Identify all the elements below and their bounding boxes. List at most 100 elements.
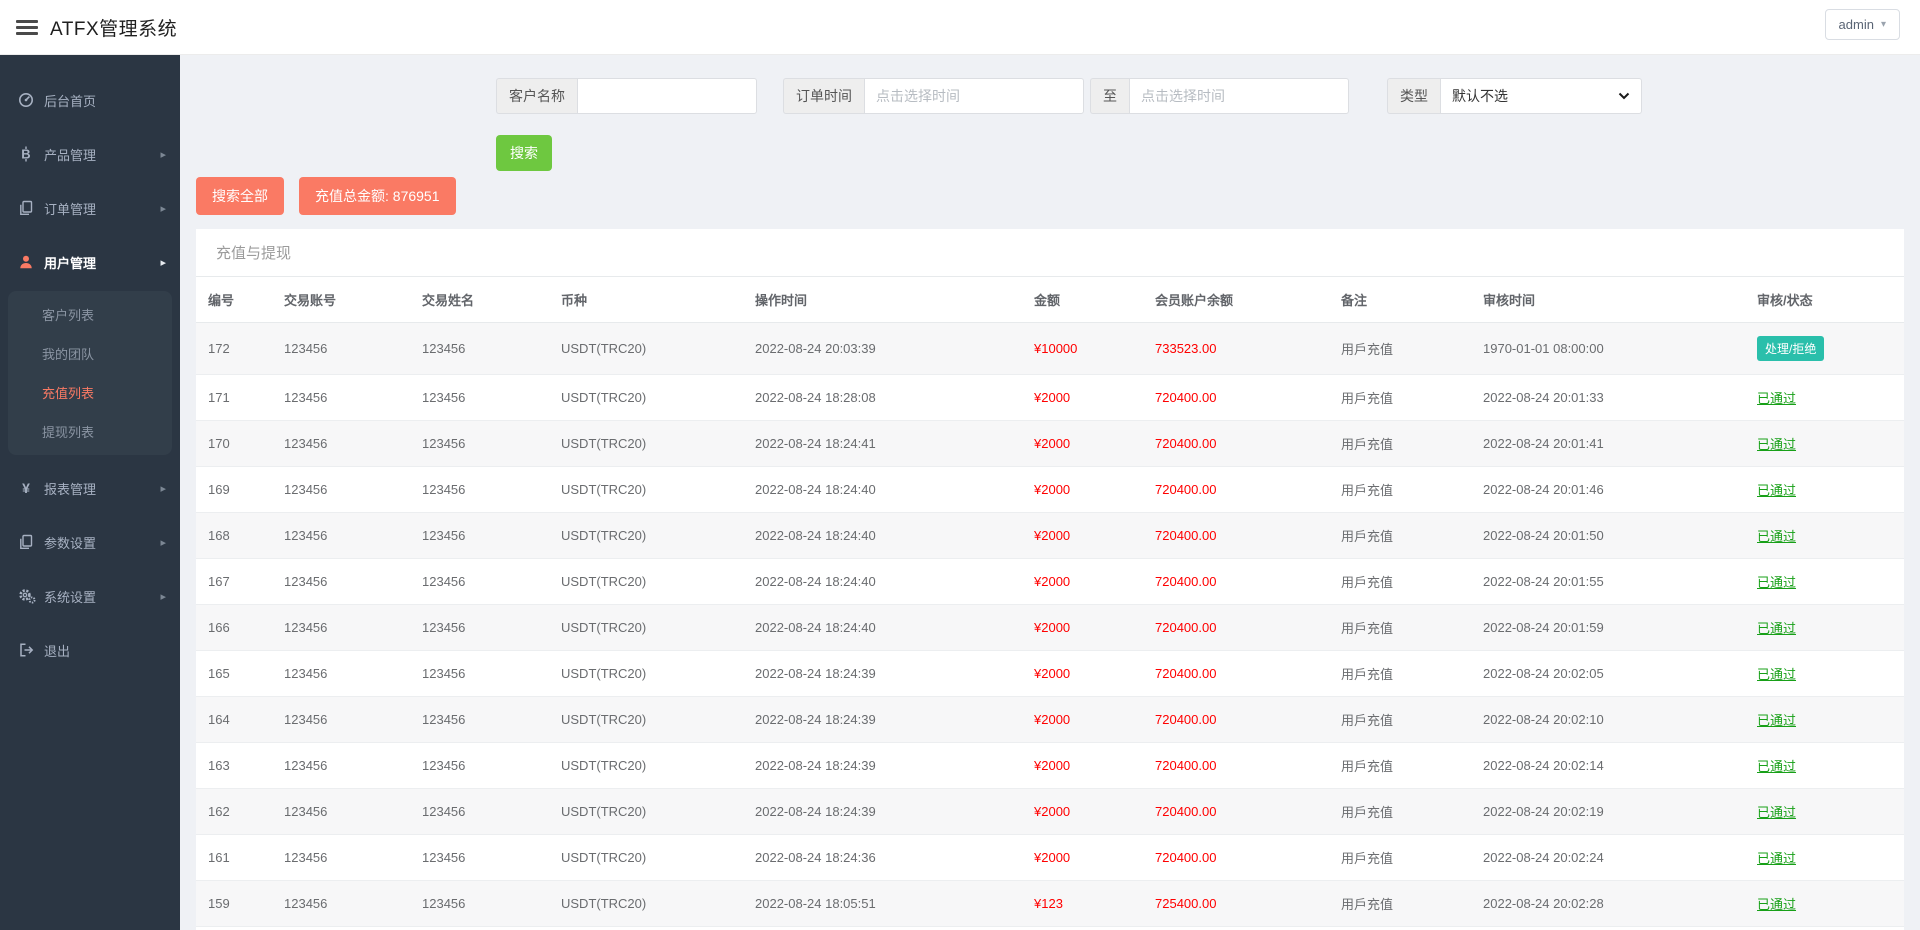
cell-currency: USDT(TRC20) (561, 804, 647, 819)
chevron-down-icon: ▾ (1880, 19, 1886, 30)
cell-amount: ¥2000 (1034, 850, 1071, 865)
dashboard-icon (18, 92, 44, 108)
cell-name: 123456 (422, 712, 466, 727)
sidebar-item[interactable]: 用户管理 ▸ (0, 235, 180, 289)
cell-id: 162 (208, 804, 230, 819)
cell-balance: 720400.00 (1155, 390, 1217, 405)
status-approved-link[interactable]: 已通过 (1757, 437, 1796, 452)
to-label: 至 (1090, 78, 1129, 114)
cell-status: 已通过 (1745, 881, 1904, 927)
bitcoin-icon: B (18, 146, 44, 162)
status-approved-link[interactable]: 已通过 (1757, 805, 1796, 820)
files-icon (18, 200, 44, 216)
column-header: 金额 (1022, 277, 1143, 323)
cell-op-time: 2022-08-24 18:24:40 (755, 482, 876, 497)
table-row: 170 123456 123456 USDT(TRC20) 2022-08-24 18:… (196, 420, 1904, 467)
chevron-right-icon: ▸ (160, 148, 166, 161)
sidebar-item[interactable]: 退出 (0, 623, 180, 677)
cell-name: 123456 (422, 666, 466, 681)
cell-amount: ¥2000 (1034, 620, 1071, 635)
customer-name-input[interactable] (577, 78, 757, 114)
cell-account: 123456 (284, 620, 328, 635)
type-select[interactable]: 默认不选 (1440, 78, 1642, 114)
recharge-table: 编号 交易账号 交易姓名 币种 操作时间 金额 会员账户余额 备注 审核时间 审核/状态 172 1… (196, 277, 1904, 930)
cell-balance: 725400.00 (1143, 927, 1329, 930)
cell-status: 已通过 (1745, 697, 1904, 743)
search-button[interactable]: 搜索 (496, 135, 552, 171)
sidebar-item[interactable]: 订单管理 ▸ (0, 181, 180, 235)
status-approved-link[interactable]: 已通过 (1757, 391, 1796, 406)
status-approved-link[interactable]: 已通过 (1757, 575, 1796, 590)
sidebar-submenu: 客户列表 我的团队 充值列表 提现列表 (8, 291, 172, 455)
cell-status: 已通过 (1745, 743, 1904, 789)
sidebar: 后台首页 B 产品管理 ▸ 订单管理 ▸ 用户管理 ▸ 客户列表 我的团队 充值列表 提现列表 ¥ 报表管… (0, 55, 180, 930)
sidebar-subitem[interactable]: 客户列表 (8, 295, 172, 334)
user-icon (18, 254, 44, 270)
cell-status: 已通过 (1745, 927, 1904, 930)
sidebar-item-label: 系统设置 (44, 589, 97, 605)
chevron-right-icon: ▸ (160, 536, 166, 549)
column-header: 备注 (1329, 277, 1471, 323)
table-row: 166 123456 123456 USDT(TRC20) 2022-08-24 18:… (196, 604, 1904, 651)
cell-remark: 用戶充值 (1341, 437, 1394, 452)
cell-op-time: 2022-08-24 18:24:39 (755, 804, 876, 819)
cell-amount: ¥2000 (1034, 804, 1071, 819)
cell-audit-time: 2022-08-24 20:01:59 (1483, 620, 1604, 635)
sidebar-item[interactable]: ¥ 报表管理 ▸ (0, 461, 180, 515)
cell-op-time: 2022-08-24 18:24:36 (755, 850, 876, 865)
cell-name: 123456 (422, 390, 466, 405)
status-approved-link[interactable]: 已通过 (1757, 759, 1796, 774)
sidebar-item-label: 参数设置 (44, 535, 97, 551)
cell-op-time: 2022-08-24 18:03:56 (743, 927, 1022, 930)
table-row: 165 123456 123456 USDT(TRC20) 2022-08-24 18:… (196, 651, 1904, 697)
table-row: 167 123456 123456 USDT(TRC20) 2022-08-24 18:… (196, 559, 1904, 605)
sidebar-item-label: 退出 (44, 643, 71, 659)
customer-name-group: 客户名称 (496, 78, 757, 114)
sidebar-menu: 后台首页 B 产品管理 ▸ 订单管理 ▸ 用户管理 ▸ 客户列表 我的团队 充值列表 提现列表 ¥ 报表管… (0, 73, 180, 677)
order-time-start-group: 订单时间 (783, 78, 1084, 114)
status-approved-link[interactable]: 已通过 (1757, 667, 1796, 682)
cell-op-time: 2022-08-24 18:24:39 (755, 666, 876, 681)
table-row: 164 123456 123456 USDT(TRC20) 2022-08-24 18:… (196, 696, 1904, 743)
cell-currency: USDT(TRC20) (561, 896, 647, 911)
user-dropdown-button[interactable]: admin ▾ (1824, 9, 1900, 40)
sidebar-item[interactable]: 参数设置 ▸ (0, 515, 180, 569)
status-approved-link[interactable]: 已通过 (1757, 621, 1796, 636)
hamburger-menu-icon[interactable] (16, 17, 38, 38)
status-approved-link[interactable]: 已通过 (1757, 713, 1796, 728)
status-action-badge[interactable]: 处理/拒绝 (1757, 336, 1825, 361)
cell-remark: 用戶充值 (1341, 667, 1394, 682)
recharge-panel: 充值与提现 编号 交易账号 交易姓名 币种 操作时间 金额 会员账户余额 备注 审核时间 审核/状… (196, 229, 1904, 930)
cell-account: 123456 (284, 482, 328, 497)
cell-id: 159 (208, 896, 230, 911)
cell-currency: USDT(TRC20) (561, 666, 647, 681)
status-approved-link[interactable]: 已通过 (1757, 483, 1796, 498)
cell-remark: 用戶充值 (1341, 759, 1394, 774)
sidebar-item[interactable]: B 产品管理 ▸ (0, 127, 180, 181)
cell-account: 123456 (284, 574, 328, 589)
cell-currency: USDT(TRC20) (561, 528, 647, 543)
cell-remark: 用戶充值 (1341, 342, 1394, 357)
cell-name: 123456 (422, 804, 466, 819)
cell-currency: USDT(TRC20) (561, 341, 647, 356)
table-row: 159 123456 123456 USDT(TRC20) 2022-08-24 18:… (196, 880, 1904, 927)
sidebar-subitem[interactable]: 我的团队 (8, 334, 172, 373)
cell-balance: 720400.00 (1155, 620, 1217, 635)
order-time-start-input[interactable] (864, 78, 1084, 114)
search-all-button[interactable]: 搜索全部 (196, 177, 284, 215)
total-recharge-button[interactable]: 充值总金额: 876951 (299, 177, 456, 215)
sidebar-subitem[interactable]: 充值列表 (8, 373, 172, 412)
status-approved-link[interactable]: 已通过 (1757, 897, 1796, 912)
sidebar-item[interactable]: 系统设置 ▸ (0, 569, 180, 623)
cell-amount: ¥2000 (1034, 436, 1071, 451)
sidebar-item[interactable]: 后台首页 (0, 73, 180, 127)
cell-status: 已通过 (1745, 559, 1904, 605)
cell-amount: ¥10000 (1034, 341, 1078, 356)
sidebar-subitem[interactable]: 提现列表 (8, 412, 172, 451)
cell-status: 已通过 (1745, 789, 1904, 835)
status-approved-link[interactable]: 已通过 (1757, 851, 1796, 866)
app-title: ATFX管理系统 (50, 18, 178, 40)
status-approved-link[interactable]: 已通过 (1757, 529, 1796, 544)
order-time-end-input[interactable] (1129, 78, 1349, 114)
cell-balance: 720400.00 (1155, 482, 1217, 497)
